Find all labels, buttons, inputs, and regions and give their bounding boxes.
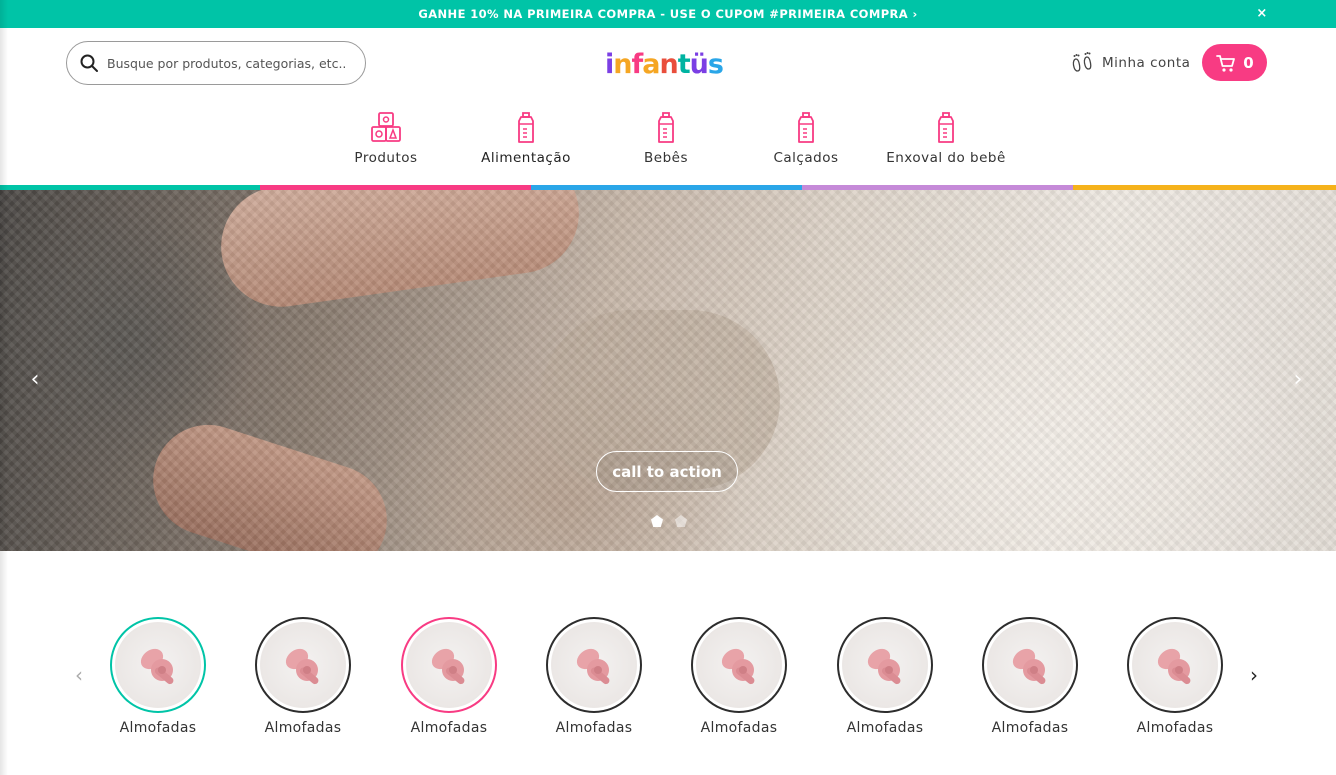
close-icon[interactable]: × [1254, 6, 1270, 22]
category-item[interactable]: Almofadas [837, 617, 933, 736]
category-ring[interactable] [1127, 617, 1223, 713]
pacifier-icon [721, 648, 755, 685]
nav-item-label[interactable]: Calçados [736, 150, 876, 166]
nav-item-label[interactable]: Alimentação [456, 150, 596, 166]
promo-bar[interactable]: GANHE 10% NA PRIMEIRA COMPRA - USE O CUP… [0, 0, 1336, 28]
category-thumbnail[interactable] [260, 622, 346, 708]
category-label[interactable]: Almofadas [982, 720, 1078, 736]
category-ring[interactable] [255, 617, 351, 713]
category-item[interactable]: Almofadas [546, 617, 642, 736]
carousel-prev-arrow[interactable]: ‹ [70, 664, 88, 686]
category-label[interactable]: Almofadas [546, 720, 642, 736]
search-icon[interactable] [79, 53, 99, 73]
category-carousel: ‹ › Almofadas Almofadas Almofadas Almofadas… [0, 600, 1336, 760]
baby-feet-icon [1072, 52, 1092, 72]
pacifier-icon [1157, 648, 1191, 685]
pacifier-icon [285, 648, 319, 685]
brand-logo[interactable]: infantüs [605, 44, 724, 84]
page-edge-shadow [0, 0, 8, 775]
category-ring[interactable] [110, 617, 206, 713]
category-label[interactable]: Almofadas [255, 720, 351, 736]
baby-bottle-icon [518, 112, 534, 143]
account-link[interactable]: Minha conta [1070, 49, 1190, 77]
category-label[interactable]: Almofadas [837, 720, 933, 736]
cart-count: 0 [1243, 53, 1254, 72]
hero-slide-dots [650, 514, 688, 528]
logo-letter: t [677, 48, 691, 80]
baby-bottle-icon [658, 112, 674, 143]
hero-prev-arrow[interactable]: ‹ [25, 368, 45, 392]
nav-item-label[interactable]: Enxoval do bebê [876, 150, 1016, 166]
carousel-next-arrow[interactable]: › [1245, 664, 1263, 686]
hero-next-arrow[interactable]: › [1288, 368, 1308, 392]
search-box[interactable] [66, 41, 366, 85]
logo-letter: i [605, 48, 614, 80]
category-item[interactable]: Almofadas [1127, 617, 1223, 736]
nav-item-label[interactable]: Bebês [596, 150, 736, 166]
hero-image-texture [0, 190, 1336, 551]
category-label[interactable]: Almofadas [691, 720, 787, 736]
category-label[interactable]: Almofadas [1127, 720, 1223, 736]
category-thumbnail[interactable] [987, 622, 1073, 708]
category-nav: Produtos Alimentação Bebês Calçados Enxo… [0, 110, 1336, 185]
category-thumbnail[interactable] [551, 622, 637, 708]
category-thumbnail[interactable] [115, 622, 201, 708]
category-ring[interactable] [837, 617, 933, 713]
category-label[interactable]: Almofadas [401, 720, 497, 736]
nav-item-bebes[interactable]: Bebês [596, 110, 736, 166]
pacifier-icon [140, 648, 174, 685]
category-item[interactable]: Almofadas [401, 617, 497, 736]
search-input[interactable] [107, 55, 347, 71]
logo-letter: s [707, 48, 724, 80]
promo-text[interactable]: GANHE 10% NA PRIMEIRA COMPRA - USE O CUP… [418, 7, 917, 21]
category-item[interactable]: Almofadas [691, 617, 787, 736]
nav-item-calcados[interactable]: Calçados [736, 110, 876, 166]
nav-item-label[interactable]: Produtos [316, 150, 456, 166]
hero-cta-button[interactable]: call to action [596, 451, 738, 492]
account-label[interactable]: Minha conta [1102, 55, 1190, 71]
nav-item-produtos[interactable]: Produtos [316, 110, 456, 166]
page: GANHE 10% NA PRIMEIRA COMPRA - USE O CUP… [0, 0, 1336, 775]
cart-icon [1216, 54, 1236, 72]
logo-letter: n [659, 48, 678, 80]
slide-dot-active[interactable] [650, 514, 664, 528]
category-item[interactable]: Almofadas [982, 617, 1078, 736]
category-ring[interactable] [401, 617, 497, 713]
toy-blocks-icon [371, 112, 401, 142]
category-thumbnail[interactable] [842, 622, 928, 708]
baby-bottle-icon [798, 112, 814, 143]
category-ring[interactable] [691, 617, 787, 713]
nav-item-enxoval-do-bebe[interactable]: Enxoval do bebê [876, 110, 1016, 166]
logo-letter: n [613, 48, 632, 80]
category-label[interactable]: Almofadas [110, 720, 206, 736]
category-item[interactable]: Almofadas [110, 617, 206, 736]
hero-banner: ‹ › call to action [0, 190, 1336, 551]
logo-letter: f [631, 48, 644, 80]
slide-dot[interactable] [674, 514, 688, 528]
category-thumbnail[interactable] [406, 622, 492, 708]
baby-bottle-icon [938, 112, 954, 143]
logo-letter: a [642, 48, 660, 80]
logo-letter: ü [689, 48, 709, 80]
pacifier-icon [1012, 648, 1046, 685]
pacifier-icon [431, 648, 465, 685]
nav-item-alimentacao[interactable]: Alimentação [456, 110, 596, 166]
category-item[interactable]: Almofadas [255, 617, 351, 736]
pacifier-icon [576, 648, 610, 685]
cart-button[interactable]: 0 [1202, 44, 1267, 81]
category-ring[interactable] [546, 617, 642, 713]
pacifier-icon [867, 648, 901, 685]
category-thumbnail[interactable] [696, 622, 782, 708]
category-thumbnail[interactable] [1132, 622, 1218, 708]
category-ring[interactable] [982, 617, 1078, 713]
